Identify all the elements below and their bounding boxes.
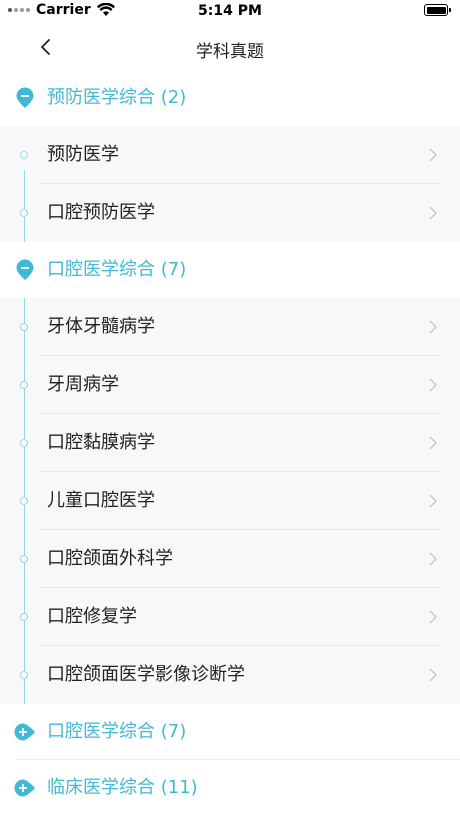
item-label: 口腔黏膜病学 — [47, 432, 155, 453]
item-label: 牙周病学 — [47, 374, 119, 395]
expand-plus-icon[interactable] — [14, 722, 36, 742]
status-bar: Carrier 5:14 PM — [0, 0, 460, 24]
group-title: 口腔医学综合 (7) — [47, 721, 187, 742]
chevron-right-icon — [429, 206, 437, 220]
group-title: 预防医学综合 (2) — [47, 87, 187, 108]
group-title: 临床医学综合 (11) — [47, 777, 198, 798]
group-header[interactable]: 临床医学综合 (11) — [0, 760, 460, 816]
list-item[interactable]: 口腔颌面外科学 — [0, 530, 460, 588]
list-item[interactable]: 口腔颌面医学影像诊断学 — [0, 646, 460, 704]
chevron-right-icon — [429, 436, 437, 450]
chevron-right-icon — [429, 668, 437, 682]
list-item[interactable]: 预防医学 — [0, 126, 460, 184]
tree-node-dot — [20, 209, 28, 217]
tree-node-dot — [20, 381, 28, 389]
navigation-bar: 学科真题 — [0, 24, 460, 70]
item-label: 口腔颌面外科学 — [47, 548, 173, 569]
group-header[interactable]: 口腔医学综合 (7) — [0, 242, 460, 298]
chevron-right-icon — [429, 320, 437, 334]
group-items: 预防医学 口腔预防医学 — [0, 126, 460, 242]
chevron-right-icon — [429, 610, 437, 624]
list-item[interactable]: 口腔修复学 — [0, 588, 460, 646]
chevron-right-icon — [429, 148, 437, 162]
list-item[interactable]: 牙体牙髓病学 — [0, 298, 460, 356]
page-title: 学科真题 — [196, 42, 264, 62]
group-header[interactable]: 口腔医学综合 (7) — [0, 704, 460, 760]
list-item[interactable]: 口腔黏膜病学 — [0, 414, 460, 472]
list-item[interactable]: 牙周病学 — [0, 356, 460, 414]
group-section: 口腔医学综合 (7) 牙体牙髓病学 牙周病学 口腔黏膜病学 儿童口腔医学 口腔颌… — [0, 242, 460, 704]
item-label: 口腔颌面医学影像诊断学 — [47, 664, 245, 685]
tree-node-dot — [20, 151, 28, 159]
status-time: 5:14 PM — [198, 3, 262, 19]
tree-node-dot — [20, 613, 28, 621]
item-label: 口腔修复学 — [47, 606, 137, 627]
group-header[interactable]: 预防医学综合 (2) — [0, 70, 460, 126]
expand-plus-icon[interactable] — [14, 778, 36, 798]
chevron-right-icon — [429, 552, 437, 566]
collapse-minus-icon[interactable] — [15, 87, 35, 109]
list-item[interactable]: 儿童口腔医学 — [0, 472, 460, 530]
group-title: 口腔医学综合 (7) — [47, 259, 187, 280]
tree-node-dot — [20, 555, 28, 563]
tree-node-dot — [20, 439, 28, 447]
item-label: 预防医学 — [47, 144, 119, 165]
collapse-minus-icon[interactable] — [15, 259, 35, 281]
group-items: 牙体牙髓病学 牙周病学 口腔黏膜病学 儿童口腔医学 口腔颌面外科学 口腔修复学 … — [0, 298, 460, 704]
group-section: 临床医学综合 (11) — [0, 760, 460, 816]
tree-node-dot — [20, 671, 28, 679]
item-label: 口腔预防医学 — [47, 202, 155, 223]
tree-node-dot — [20, 497, 28, 505]
chevron-right-icon — [429, 378, 437, 392]
chevron-right-icon — [429, 494, 437, 508]
battery-icon — [424, 4, 451, 16]
list-item[interactable]: 口腔预防医学 — [0, 184, 460, 242]
subject-tree: 预防医学综合 (2) 预防医学 口腔预防医学 口腔医学综合 (7) 牙体牙髓病学… — [0, 70, 460, 816]
group-section: 口腔医学综合 (7) — [0, 704, 460, 760]
item-label: 牙体牙髓病学 — [47, 316, 155, 337]
tree-node-dot — [20, 323, 28, 331]
item-label: 儿童口腔医学 — [47, 490, 155, 511]
group-section: 预防医学综合 (2) 预防医学 口腔预防医学 — [0, 70, 460, 242]
